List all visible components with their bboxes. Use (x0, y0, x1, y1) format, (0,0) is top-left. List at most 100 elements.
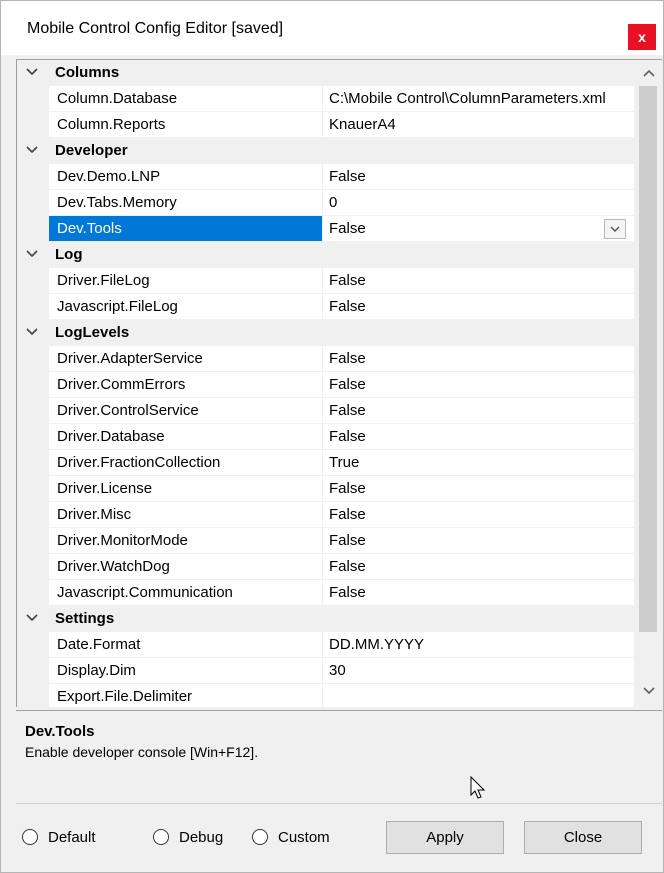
property-name[interactable]: Column.Database (49, 86, 323, 111)
row-gutter (17, 112, 49, 138)
property-name[interactable]: Driver.FractionCollection (49, 450, 323, 475)
category-loglevels[interactable]: LogLevels (17, 320, 634, 346)
mouse-pointer-icon (470, 775, 486, 805)
property-name[interactable]: Javascript.Communication (49, 580, 323, 605)
row-gutter (17, 658, 49, 684)
property-row[interactable]: Driver.AdapterService False (17, 346, 634, 372)
collapse-chevron-icon[interactable] (25, 143, 39, 157)
property-name[interactable]: Driver.AdapterService (49, 346, 323, 371)
property-value[interactable]: False (323, 528, 634, 553)
property-name[interactable]: Export.File.Delimiter (49, 684, 323, 707)
row-gutter (17, 424, 49, 450)
property-value[interactable]: False (323, 372, 634, 397)
property-row[interactable]: Driver.Misc False (17, 502, 634, 528)
property-name[interactable]: Display.Dim (49, 658, 323, 683)
property-row[interactable]: Driver.CommErrors False (17, 372, 634, 398)
help-description: Enable developer console [Win+F12]. (25, 744, 259, 760)
property-value[interactable]: False (323, 216, 634, 241)
property-name[interactable]: Dev.Tools (49, 216, 323, 241)
property-name[interactable]: Driver.FileLog (49, 268, 323, 293)
property-row[interactable]: Driver.FileLog False (17, 268, 634, 294)
property-row[interactable]: Driver.License False (17, 476, 634, 502)
apply-button[interactable]: Apply (386, 821, 504, 854)
property-value[interactable]: False (323, 554, 634, 579)
property-value[interactable]: True (323, 450, 634, 475)
value-dropdown-icon[interactable] (604, 219, 626, 239)
category-settings[interactable]: Settings (17, 606, 634, 632)
radio-custom[interactable]: Custom (252, 827, 330, 847)
property-value[interactable]: 30 (323, 658, 634, 683)
property-name[interactable]: Driver.ControlService (49, 398, 323, 423)
radio-default-circle[interactable] (22, 829, 38, 845)
category-columns[interactable]: Columns (17, 60, 634, 86)
property-row[interactable]: Date.Format DD.MM.YYYY (17, 632, 634, 658)
category-developer[interactable]: Developer (17, 138, 634, 164)
property-grid-rows: Columns Column.Database C:\Mobile Control\… (17, 60, 634, 707)
property-row[interactable]: Display.Dim 30 (17, 658, 634, 684)
scroll-up-arrow-icon[interactable] (634, 62, 662, 84)
property-value[interactable]: False (323, 398, 634, 423)
property-row[interactable]: Export.File.Delimiter (17, 684, 634, 707)
property-name[interactable]: Date.Format (49, 632, 323, 657)
collapse-chevron-icon[interactable] (25, 65, 39, 79)
property-name[interactable]: Driver.Misc (49, 502, 323, 527)
property-row[interactable]: Driver.FractionCollection True (17, 450, 634, 476)
radio-debug-circle[interactable] (153, 829, 169, 845)
property-name[interactable]: Javascript.FileLog (49, 294, 323, 319)
close-button[interactable]: Close (524, 821, 642, 854)
property-row[interactable]: Driver.WatchDog False (17, 554, 634, 580)
category-label: LogLevels (55, 324, 130, 341)
property-value[interactable]: False (323, 164, 634, 189)
property-value[interactable]: False (323, 476, 634, 501)
help-title: Dev.Tools (25, 723, 95, 740)
property-value[interactable]: DD.MM.YYYY (323, 632, 634, 657)
category-log[interactable]: Log (17, 242, 634, 268)
row-gutter (17, 268, 49, 294)
property-name[interactable]: Driver.CommErrors (49, 372, 323, 397)
property-name[interactable]: Dev.Demo.LNP (49, 164, 323, 189)
row-gutter (17, 502, 49, 528)
vertical-scrollbar[interactable] (634, 60, 662, 707)
property-value[interactable]: False (323, 268, 634, 293)
collapse-chevron-icon[interactable] (25, 247, 39, 261)
radio-custom-circle[interactable] (252, 829, 268, 845)
property-row[interactable]: Javascript.Communication False (17, 580, 634, 606)
property-value[interactable]: KnauerA4 (323, 112, 634, 137)
property-name[interactable]: Dev.Tabs.Memory (49, 190, 323, 215)
row-gutter (17, 554, 49, 580)
property-row[interactable]: Driver.Database False (17, 424, 634, 450)
property-name[interactable]: Driver.Database (49, 424, 323, 449)
property-name[interactable]: Driver.WatchDog (49, 554, 323, 579)
property-row[interactable]: Column.Database C:\Mobile Control\ColumnP… (17, 86, 634, 112)
property-name[interactable]: Column.Reports (49, 112, 323, 137)
property-value[interactable]: False (323, 502, 634, 527)
property-row[interactable]: Driver.MonitorMode False (17, 528, 634, 554)
property-row[interactable]: Driver.ControlService False (17, 398, 634, 424)
collapse-chevron-icon[interactable] (25, 611, 39, 625)
property-row[interactable]: Dev.Tabs.Memory 0 (17, 190, 634, 216)
property-value[interactable]: False (323, 346, 634, 371)
title-bar[interactable]: Mobile Control Config Editor [saved] x (1, 1, 663, 55)
property-row[interactable]: Dev.Tools False (17, 216, 634, 242)
window-title: Mobile Control Config Editor [saved] (27, 20, 284, 37)
property-name[interactable]: Driver.MonitorMode (49, 528, 323, 553)
collapse-chevron-icon[interactable] (25, 325, 39, 339)
help-pane: Dev.Tools Enable developer console [Win+… (16, 710, 662, 804)
property-value[interactable]: 0 (323, 190, 634, 215)
property-name[interactable]: Driver.License (49, 476, 323, 501)
property-value[interactable]: False (323, 424, 634, 449)
property-value[interactable]: False (323, 580, 634, 605)
property-row[interactable]: Dev.Demo.LNP False (17, 164, 634, 190)
property-value[interactable] (323, 684, 634, 707)
close-window-button[interactable]: x (628, 24, 656, 50)
row-gutter (17, 450, 49, 476)
property-row[interactable]: Column.Reports KnauerA4 (17, 112, 634, 138)
property-row[interactable]: Javascript.FileLog False (17, 294, 634, 320)
scroll-thumb[interactable] (639, 86, 657, 632)
row-gutter (17, 86, 49, 112)
scroll-down-arrow-icon[interactable] (634, 680, 662, 702)
property-value[interactable]: False (323, 294, 634, 319)
radio-debug[interactable]: Debug (153, 827, 223, 847)
radio-default[interactable]: Default (22, 827, 96, 847)
property-value[interactable]: C:\Mobile Control\ColumnParameters.xml (323, 86, 634, 111)
